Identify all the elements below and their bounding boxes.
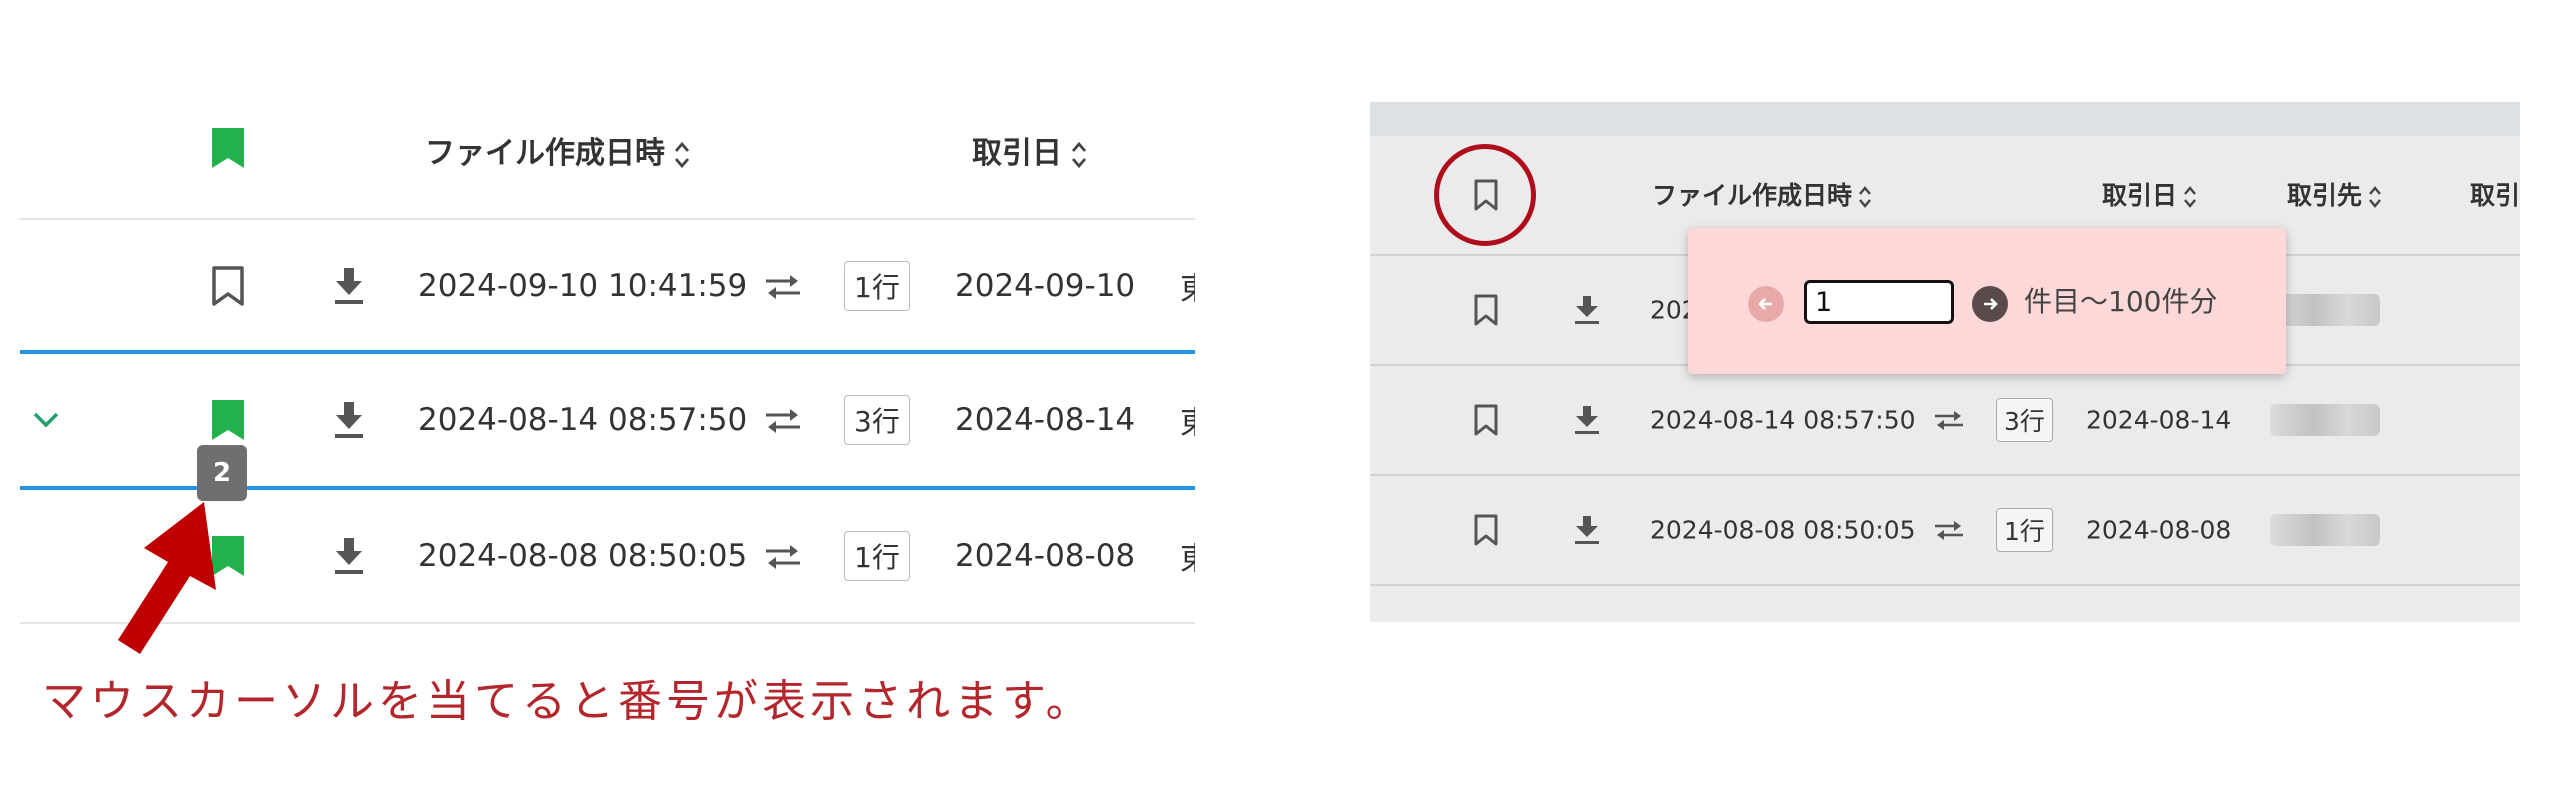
bookmark-icon[interactable]: [210, 126, 246, 170]
range-suffix-label: 件目～100件分: [2024, 285, 2218, 318]
row-count-badge[interactable]: 1行: [1996, 508, 2053, 552]
partner-cell-cut: 東: [1180, 264, 1195, 309]
bookmark-number-tooltip: 2: [197, 445, 247, 501]
partner-blurred: [2270, 294, 2380, 326]
row-count-badge[interactable]: 3行: [1996, 398, 2053, 442]
file-created-datetime: 2024-08-08 08:50:05: [1650, 515, 1916, 545]
column-header-label: 取引先: [2287, 181, 2363, 210]
bookmark-range-popup: 件目～100件分: [1688, 228, 2286, 374]
start-index-input[interactable]: [1804, 280, 1954, 324]
bookmark-outline-icon[interactable]: [1473, 513, 1499, 547]
sort-icon[interactable]: [2183, 185, 2197, 209]
column-header-trade-date[interactable]: 取引日: [2102, 176, 2197, 212]
right-table-panel: ファイル作成日時 取引日 取引先 取引 202 2024-08-14 08:57…: [1370, 102, 2520, 622]
column-header-file-created[interactable]: ファイル作成日時: [425, 128, 691, 172]
partner-blurred: [2270, 404, 2380, 436]
table-top-bar: [1370, 102, 2520, 136]
column-header-file-created[interactable]: ファイル作成日時: [1652, 176, 1872, 212]
row-count-badge[interactable]: 1行: [844, 261, 910, 311]
swap-arrows-icon[interactable]: [762, 541, 804, 571]
row-count-badge[interactable]: 1行: [844, 531, 910, 581]
table-row[interactable]: 2024-09-10 10:41:59 1行 2024-09-10 東: [20, 220, 1195, 352]
chevron-down-icon[interactable]: [32, 410, 60, 430]
trade-date: 2024-09-10: [955, 268, 1136, 304]
sort-icon[interactable]: [1070, 140, 1088, 170]
file-created-datetime: 2024-09-10 10:41:59: [418, 268, 748, 304]
swap-arrows-icon[interactable]: [1932, 518, 1966, 542]
row-count-badge[interactable]: 3行: [844, 395, 910, 445]
bookmark-icon[interactable]: [210, 398, 246, 442]
trade-date: 2024-08-08: [955, 538, 1136, 574]
trade-date: 2024-08-14: [2086, 405, 2232, 435]
sort-icon[interactable]: [673, 140, 691, 170]
download-icon[interactable]: [332, 400, 366, 440]
table-row[interactable]: 2024-08-14 08:57:50 3行 2024-08-14: [1370, 366, 2520, 474]
column-header-partner[interactable]: 取引先: [2287, 176, 2382, 212]
download-icon[interactable]: [1573, 514, 1601, 546]
bookmark-outline-icon[interactable]: [1473, 403, 1499, 437]
sort-icon[interactable]: [2368, 185, 2382, 209]
partner-blurred: [2270, 514, 2380, 546]
column-header-label: 取引日: [2102, 181, 2178, 210]
download-icon[interactable]: [1573, 404, 1601, 436]
download-icon[interactable]: [1573, 294, 1601, 326]
annotation-text: マウスカーソルを当てると番号が表示されます。: [42, 676, 1094, 727]
column-header-label: ファイル作成日時: [425, 136, 665, 171]
trade-date: 2024-08-08: [2086, 515, 2232, 545]
partner-cell-cut: 東: [1180, 534, 1195, 579]
download-icon[interactable]: [332, 266, 366, 306]
download-icon[interactable]: [332, 536, 366, 576]
annotation-arrow-icon: [110, 498, 220, 658]
bookmark-outline-icon[interactable]: [1473, 293, 1499, 327]
arrow-left-circle-icon[interactable]: [1748, 286, 1784, 322]
partner-cell-cut: 東: [1180, 398, 1195, 443]
table-row[interactable]: 2024-08-08 08:50:05 1行 2024-08-08: [1370, 476, 2520, 584]
row-divider: [1370, 584, 2520, 586]
file-created-datetime: 2024-08-14 08:57:50: [1650, 405, 1916, 435]
swap-arrows-icon[interactable]: [1932, 408, 1966, 432]
swap-arrows-icon[interactable]: [762, 405, 804, 435]
bookmark-outline-icon[interactable]: [210, 264, 246, 308]
column-header-trade-date[interactable]: 取引日: [972, 128, 1088, 172]
trade-date: 2024-08-14: [955, 402, 1136, 438]
file-created-datetime: 2024-08-14 08:57:50: [418, 402, 748, 438]
column-header-cut[interactable]: 取引: [2470, 176, 2520, 212]
highlight-circle: [1434, 144, 1536, 246]
file-created-datetime: 2024-08-08 08:50:05: [418, 538, 748, 574]
sort-icon[interactable]: [1858, 185, 1872, 209]
column-header-label: 取引日: [972, 136, 1062, 171]
column-header-label: ファイル作成日時: [1652, 181, 1853, 210]
arrow-right-circle-icon[interactable]: [1972, 286, 2008, 322]
table-header: ファイル作成日時 取引日: [20, 100, 1195, 218]
swap-arrows-icon[interactable]: [762, 271, 804, 301]
